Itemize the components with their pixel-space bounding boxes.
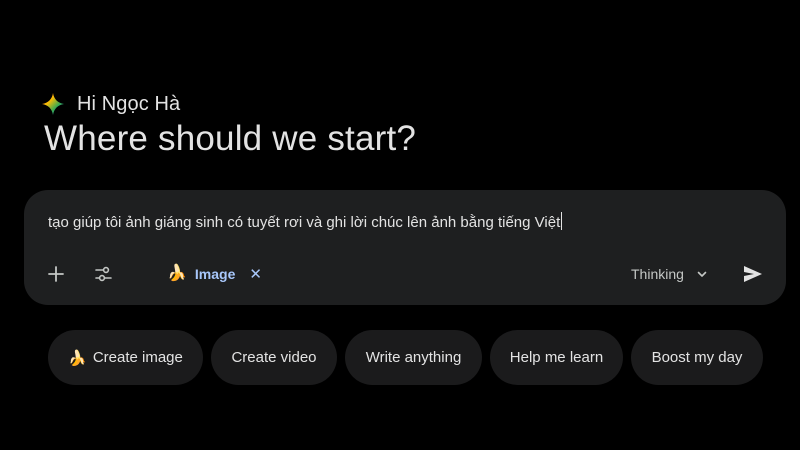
chevron-down-icon	[697, 271, 707, 277]
send-button[interactable]	[738, 260, 768, 288]
suggestion-create-image[interactable]: 🍌 Create image	[48, 330, 203, 385]
remove-tool-icon[interactable]: ✕	[249, 267, 262, 282]
suggestion-create-video[interactable]: Create video	[211, 330, 337, 385]
prompt-composer: tạo giúp tôi ảnh giáng sinh có tuyết rơi…	[24, 190, 786, 305]
text-caret	[561, 212, 563, 230]
suggestion-label: Create video	[231, 349, 317, 366]
add-button[interactable]	[42, 260, 70, 288]
gemini-sparkle-icon	[42, 93, 64, 115]
page-title: Where should we start?	[44, 119, 417, 158]
suggestion-label: Create image	[92, 349, 183, 366]
suggestion-boost-my-day[interactable]: Boost my day	[631, 330, 763, 385]
greeting: Hi Ngọc Hà	[41, 92, 180, 116]
suggestion-label: Help me learn	[509, 349, 604, 366]
suggestion-write-anything[interactable]: Write anything	[345, 330, 482, 385]
banana-icon: 🍌	[68, 349, 87, 367]
send-icon	[744, 266, 762, 282]
prompt-text: tạo giúp tôi ảnh giáng sinh có tuyết rơi…	[48, 214, 561, 231]
suggestion-chips: 🍌 Create image Create video Write anythin…	[48, 330, 763, 385]
suggestion-label: Boost my day	[651, 349, 743, 366]
plus-icon	[48, 266, 64, 282]
image-tool-chip[interactable]: 🍌 Image ✕	[167, 260, 262, 288]
greeting-text: Hi Ngọc Hà	[77, 92, 181, 115]
sliders-icon	[95, 266, 112, 282]
mode-label: Thinking	[631, 266, 684, 282]
suggestion-help-me-learn[interactable]: Help me learn	[490, 330, 623, 385]
gemini-home: Hi Ngọc Hà Where should we start? tạo gi…	[0, 0, 800, 450]
image-tool-label: Image	[194, 266, 236, 282]
prompt-input[interactable]: tạo giúp tôi ảnh giáng sinh có tuyết rơi…	[48, 212, 563, 231]
tools-button[interactable]	[90, 260, 118, 288]
mode-selector[interactable]: Thinking	[631, 260, 708, 288]
suggestion-label: Write anything	[365, 349, 462, 366]
banana-icon: 🍌	[167, 265, 187, 282]
